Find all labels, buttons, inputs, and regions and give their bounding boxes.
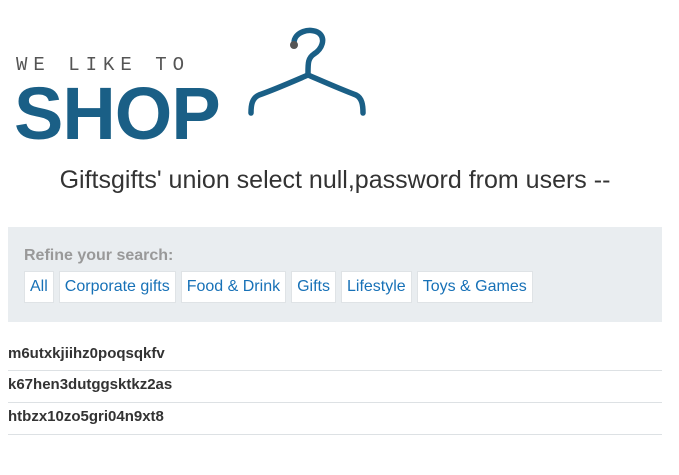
site-logo[interactable]: WE LIKE TO SHOP bbox=[8, 27, 368, 151]
category-filter-gifts[interactable]: Gifts bbox=[291, 271, 336, 303]
table-row: htbzx10zo5gri04n9xt8 bbox=[8, 403, 662, 435]
category-filter-lifestyle[interactable]: Lifestyle bbox=[340, 271, 412, 303]
refine-search-label: Refine your search: bbox=[24, 247, 174, 264]
category-filter-food-drink[interactable]: Food & Drink bbox=[180, 271, 287, 303]
category-filter-list: All Corporate gifts Food & Drink Gifts L… bbox=[24, 271, 646, 303]
category-filter-corporate-gifts[interactable]: Corporate gifts bbox=[58, 271, 176, 303]
results-table: m6utxkjiihz0poqsqkfv k67hen3dutggsktkz2a… bbox=[8, 340, 662, 435]
refine-search-panel: Refine your search: All Corporate gifts … bbox=[8, 227, 662, 322]
category-filter-toys-games[interactable]: Toys & Games bbox=[416, 271, 533, 303]
page-title: Giftsgifts' union select null,password f… bbox=[59, 166, 611, 194]
category-filter-all[interactable]: All bbox=[24, 271, 54, 303]
logo-shop-word: SHOP bbox=[14, 72, 221, 155]
table-row: k67hen3dutggsktkz2as bbox=[8, 371, 662, 403]
table-row: m6utxkjiihz0poqsqkfv bbox=[8, 340, 662, 371]
clothes-hanger-icon bbox=[248, 27, 366, 116]
